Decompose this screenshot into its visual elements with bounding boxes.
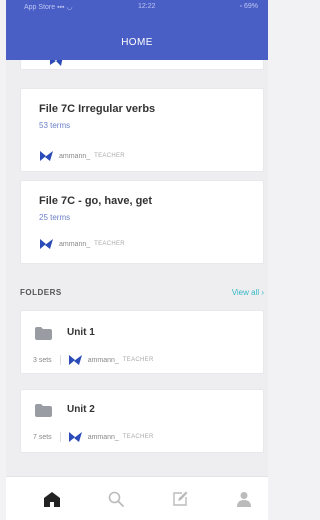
meta-divider xyxy=(59,432,61,442)
create-icon xyxy=(173,491,188,506)
status-time: 12:22 xyxy=(138,3,156,10)
app-frame: File 7C Irregular verbs 53 terms ammann_… xyxy=(6,0,268,520)
folder-set-count: 7 sets xyxy=(33,433,52,441)
profile-icon xyxy=(237,492,251,507)
creator-role-badge: TEACHER xyxy=(122,434,154,440)
set-creator[interactable]: ammann_ TEACHER xyxy=(39,237,125,251)
app-header: App Store ▪▪▪ ◡ 12:22 ▫ 69% HOME xyxy=(6,0,268,60)
creator-avatar-icon xyxy=(40,239,53,249)
creator-username[interactable]: ammann_ xyxy=(88,434,119,441)
view-all-folders-link[interactable]: View all › xyxy=(232,288,264,297)
folder-card[interactable]: Unit 2 7 sets ammann_ TEACHER xyxy=(20,389,264,453)
folder-icon xyxy=(35,404,52,417)
folders-section-header: FOLDERS View all › xyxy=(20,287,264,303)
home-feed[interactable]: File 7C Irregular verbs 53 terms ammann_… xyxy=(6,60,268,476)
creator-avatar-icon xyxy=(68,355,82,365)
creator-avatar-icon xyxy=(68,432,82,442)
set-creator[interactable]: ammann_ TEACHER xyxy=(39,149,125,163)
nav-search[interactable] xyxy=(104,487,128,511)
creator-username: ammann_ xyxy=(59,152,91,160)
previous-set-card[interactable] xyxy=(20,60,264,70)
nav-home[interactable] xyxy=(40,487,64,511)
meta-divider xyxy=(59,355,61,365)
set-card[interactable]: File 7C Irregular verbs 53 terms ammann_… xyxy=(20,88,264,172)
page-title: HOME xyxy=(121,37,153,48)
set-card[interactable]: File 7C - go, have, get 25 terms ammann_… xyxy=(20,180,264,264)
set-title[interactable]: File 7C - go, have, get xyxy=(39,195,152,207)
status-battery: ▫ 69% xyxy=(239,3,258,10)
folder-title[interactable]: Unit 1 xyxy=(67,327,95,338)
status-bar: App Store ▪▪▪ ◡ 12:22 ▫ 69% xyxy=(6,0,268,18)
folder-meta: 3 sets ammann_ TEACHER xyxy=(33,353,154,367)
creator-role-badge: TEACHER xyxy=(94,153,125,159)
folder-title[interactable]: Unit 2 xyxy=(67,404,95,415)
bottom-nav xyxy=(6,476,268,520)
creator-username: ammann_ xyxy=(59,240,91,248)
set-title[interactable]: File 7C Irregular verbs xyxy=(39,103,155,115)
folder-meta: 7 sets ammann_ TEACHER xyxy=(33,430,154,444)
creator-role-badge: TEACHER xyxy=(122,357,154,363)
nav-create[interactable] xyxy=(168,487,192,511)
folder-icon xyxy=(35,327,52,340)
folders-section-label: FOLDERS xyxy=(20,288,62,297)
creator-role-badge: TEACHER xyxy=(94,241,125,247)
creator-avatar-icon xyxy=(40,151,53,161)
set-term-count: 53 terms xyxy=(39,121,71,130)
set-term-count: 25 terms xyxy=(39,213,71,222)
status-carrier: App Store ▪▪▪ ◡ xyxy=(24,4,73,11)
search-icon xyxy=(108,491,124,507)
home-icon xyxy=(44,491,60,507)
creator-avatar-icon xyxy=(50,60,63,66)
folder-set-count: 3 sets xyxy=(33,356,52,364)
creator-username[interactable]: ammann_ xyxy=(88,357,119,364)
nav-profile[interactable] xyxy=(232,487,256,511)
folder-card[interactable]: Unit 1 3 sets ammann_ TEACHER xyxy=(20,310,264,374)
